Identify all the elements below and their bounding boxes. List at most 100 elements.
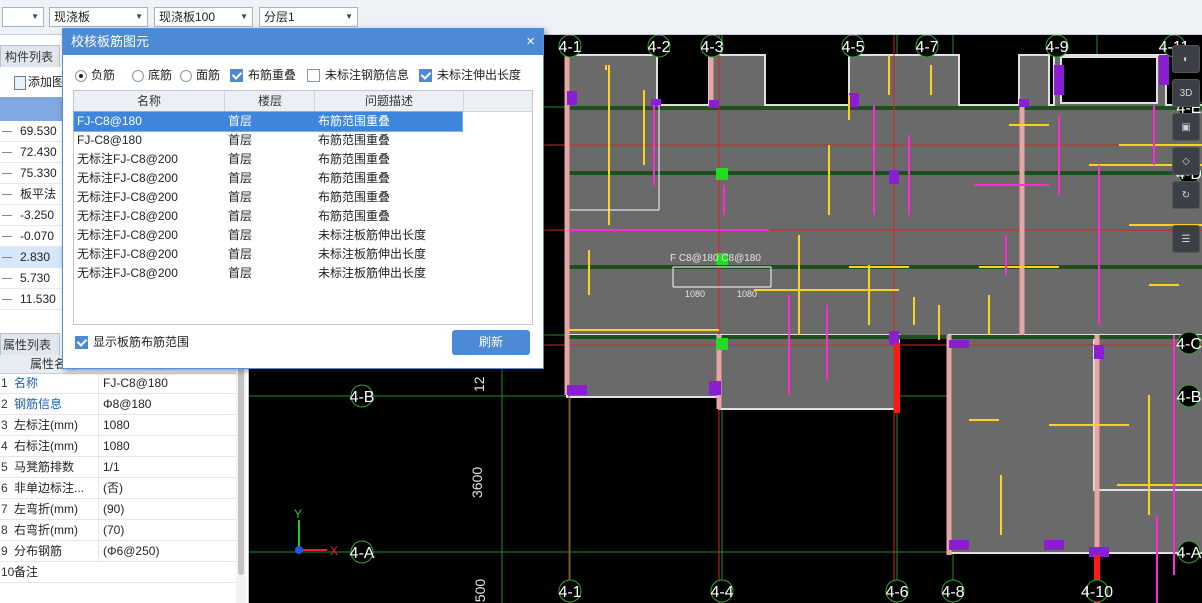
checkbox-overlap[interactable]: 布筋重叠 (230, 65, 296, 85)
rotate-icon[interactable]: ↻ (1172, 181, 1200, 209)
radio-bottom-label: 底筋 (148, 68, 173, 82)
chevron-down-icon: ▼ (345, 12, 353, 21)
axis-label: 4-3 (700, 39, 723, 56)
property-value[interactable]: FJ-C8@180 (98, 373, 239, 393)
tab-property-list[interactable]: 属性列表 (0, 333, 60, 355)
property-name: 左弯折(mm) (14, 502, 78, 516)
property-row-number: 6 (1, 481, 8, 495)
globe-icon[interactable]: ◐ (1172, 45, 1200, 73)
table-row[interactable]: 无标注FJ-C8@200 首层 未标注板筋伸出长度 (74, 264, 462, 283)
axis-right-4: 4-A (1177, 540, 1202, 564)
component-type-dropdown[interactable]: 现浇板 ▼ (49, 7, 148, 27)
list-item-label: 5.730 (20, 271, 51, 285)
checkbox-show-range[interactable]: 显示板筋布筋范围 (75, 334, 189, 350)
axis-top-4: 4-7 (915, 35, 939, 58)
property-row[interactable]: 2 钢筋信息 Φ8@180 (0, 394, 236, 415)
property-value[interactable]: (70) (98, 520, 239, 540)
chevron-down-icon: ▼ (135, 12, 143, 21)
axis-right-2: 4-C (1176, 331, 1202, 355)
dialog-title: 校核板筋图元 (71, 34, 150, 49)
property-value[interactable]: (90) (98, 499, 239, 519)
checkbox-unmarked-info[interactable]: 未标注钢筋信息 (307, 65, 409, 85)
floor-layer-dropdown[interactable]: 分层1 ▼ (259, 7, 358, 27)
list-item-label: 2.830 (20, 250, 51, 264)
property-value[interactable]: 1080 (98, 436, 239, 456)
cell-name: 无标注FJ-C8@200 (77, 190, 178, 204)
layer-dropdown[interactable]: ▼ (2, 7, 44, 27)
table-row[interactable]: 无标注FJ-C8@200 首层 未标注板筋伸出长度 (74, 245, 462, 264)
chevron-down-icon: ▼ (31, 12, 39, 21)
cell-desc: 未标注板筋伸出长度 (318, 266, 427, 280)
table-row[interactable]: 无标注FJ-C8@200 首层 布筋范围重叠 (74, 169, 462, 188)
tab-component-list[interactable]: 构件列表 (0, 45, 60, 67)
property-row[interactable]: 9 分布钢筋 (Φ6@250) (0, 541, 236, 562)
property-row[interactable]: 10 备注 (0, 562, 236, 583)
cell-name: 无标注FJ-C8@200 (77, 152, 178, 166)
radio-negative[interactable]: 负筋 (75, 65, 115, 85)
layer-panel-icon[interactable]: ☰ (1172, 225, 1200, 253)
cell-floor: 首层 (228, 247, 253, 261)
issue-table: 名称 楼层 问题描述 FJ-C8@180 首层 布筋范围重叠 FJ-C8@180 首层布… (73, 90, 533, 325)
col-name: 名称 (136, 94, 161, 108)
scrollbar-thumb[interactable] (238, 365, 244, 575)
property-row-number: 1 (1, 376, 8, 390)
cell-name: 无标注FJ-C8@200 (77, 266, 178, 280)
checkbox-show-range-label: 显示板筋布筋范围 (93, 335, 190, 349)
checkbox-unmarked-extension[interactable]: 未标注伸出长度 (419, 65, 521, 85)
axis-label: 4-2 (647, 39, 670, 56)
dim-left-label: 1080 (685, 289, 705, 299)
cell-name: 无标注FJ-C8@200 (77, 228, 178, 242)
property-value[interactable]: Φ8@180 (98, 394, 239, 414)
cell-floor: 首层 (228, 133, 253, 147)
axis-top-5: 4-9 (1045, 35, 1069, 58)
cell-desc: 布筋范围重叠 (318, 114, 391, 128)
table-row[interactable]: 无标注FJ-C8@200 首层 未标注板筋伸出长度 (74, 226, 462, 245)
component-dropdown[interactable]: 现浇板100 ▼ (154, 7, 253, 27)
refresh-button[interactable]: 刷新 (452, 330, 530, 355)
dialog-title-bar: 校核板筋图元 (63, 29, 543, 55)
property-row-number: 4 (1, 439, 8, 453)
property-row[interactable]: 3 左标注(mm) 1080 (0, 415, 236, 436)
axis-bottom-0: 4-1 (558, 579, 582, 603)
cell-desc: 布筋范围重叠 (318, 171, 391, 185)
cube-icon[interactable]: ◇ (1172, 147, 1200, 175)
radio-top[interactable]: 面筋 (180, 65, 220, 85)
property-row[interactable]: 5 马凳筋排数 1/1 (0, 457, 236, 478)
dim-right-label: 1080 (737, 289, 757, 299)
property-value[interactable]: (Φ6@250) (98, 541, 239, 561)
cell-name: FJ-C8@180 (77, 133, 142, 147)
view-3d-button[interactable]: 3D (1172, 79, 1200, 107)
axis-label: 4-B (350, 389, 375, 406)
axis-label: 4-10 (1081, 584, 1113, 601)
property-row[interactable]: 8 右弯折(mm) (70) (0, 520, 236, 541)
property-row[interactable]: 7 左弯折(mm) (90) (0, 499, 236, 520)
table-row[interactable]: 无标注FJ-C8@200 首层 布筋范围重叠 (74, 150, 462, 169)
tree-line (2, 257, 12, 258)
radio-icon (180, 69, 192, 82)
table-row[interactable]: 无标注FJ-C8@200 首层 布筋范围重叠 (74, 188, 462, 207)
shade-icon[interactable]: ▣ (1172, 113, 1200, 141)
cell-name: 无标注FJ-C8@200 (77, 171, 178, 185)
property-value[interactable]: (否) (98, 478, 239, 498)
checkbox-icon (419, 69, 432, 83)
property-name: 右弯折(mm) (14, 523, 78, 537)
table-row[interactable]: FJ-C8@180 首层 布筋范围重叠 (73, 111, 463, 132)
property-row[interactable]: 6 非单边标注... (否) (0, 478, 236, 499)
radio-icon (132, 69, 144, 82)
check-rebar-dialog: 校核板筋图元 × 负筋 底筋 面筋 布筋重叠 未标注钢筋信息 未标注伸出长度 名… (62, 28, 544, 369)
axis-left-0: 4-B (350, 384, 375, 408)
property-value[interactable]: 1/1 (98, 457, 239, 477)
property-scrollbar[interactable] (236, 355, 246, 603)
drawing-icon (14, 75, 26, 90)
property-row[interactable]: 1 名称 FJ-C8@180 (0, 373, 236, 394)
view-tools: ◐ 3D ▣ ◇ ↻ ☰ (1170, 45, 1202, 285)
col-desc: 问题描述 (314, 91, 464, 111)
table-row[interactable]: 无标注FJ-C8@200 首层 布筋范围重叠 (74, 207, 462, 226)
radio-bottom[interactable]: 底筋 (132, 65, 172, 85)
table-row[interactable]: FJ-C8@180 首层 布筋范围重叠 (74, 131, 462, 150)
list-item-label: -3.250 (20, 208, 55, 222)
property-value[interactable]: 1080 (98, 415, 239, 435)
close-icon[interactable]: × (526, 29, 535, 55)
property-row[interactable]: 4 右标注(mm) 1080 (0, 436, 236, 457)
checkbox-icon (307, 69, 320, 83)
